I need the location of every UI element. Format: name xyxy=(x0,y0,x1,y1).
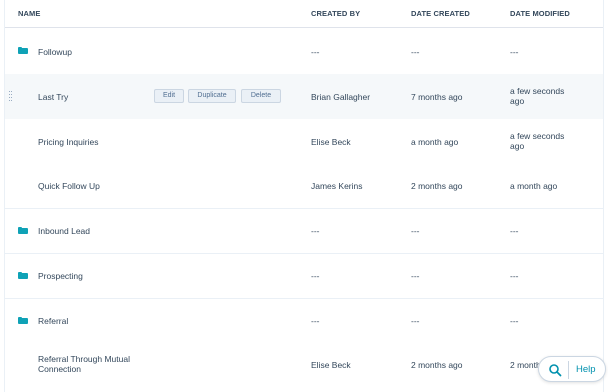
date-created: --- xyxy=(411,47,420,57)
date-modified-line: a few seconds xyxy=(510,131,565,141)
template-name[interactable]: Referral Through Mutual Connection xyxy=(38,354,130,374)
date-modified-line: a few seconds xyxy=(510,86,565,96)
folder-icon xyxy=(18,227,28,234)
created-by: Elise Beck xyxy=(311,137,351,147)
folder-name[interactable]: Inbound Lead xyxy=(38,226,90,236)
table-row[interactable]: Inbound Lead --- --- --- xyxy=(5,208,603,253)
drag-handle-icon[interactable] xyxy=(9,91,13,103)
date-modified-line: ago xyxy=(510,141,525,151)
search-icon xyxy=(549,364,562,377)
edit-button[interactable]: Edit xyxy=(154,89,184,103)
created-by: Brian Gallagher xyxy=(311,92,371,102)
folder-icon xyxy=(18,272,28,279)
folder-name[interactable]: Referral xyxy=(38,316,68,326)
created-by: Elise Beck xyxy=(311,360,351,370)
table-row[interactable]: Quick Follow Up James Kerins 2 months ag… xyxy=(5,164,603,208)
table-header: NAME CREATED BY DATE CREATED DATE MODIFI… xyxy=(5,0,603,28)
date-created: 2 months ago xyxy=(411,360,463,370)
date-created: --- xyxy=(411,271,420,281)
date-modified-line: ago xyxy=(510,96,525,106)
date-created: --- xyxy=(411,316,420,326)
table-row[interactable]: Followup --- --- --- xyxy=(5,29,603,74)
delete-button[interactable]: Delete xyxy=(241,89,281,103)
date-modified: a month ago xyxy=(510,181,558,191)
column-header-date-created[interactable]: DATE CREATED xyxy=(411,9,470,18)
date-created: 7 months ago xyxy=(411,92,463,102)
date-modified: --- xyxy=(510,47,519,57)
created-by: --- xyxy=(311,47,320,57)
help-divider xyxy=(568,361,569,379)
column-header-date-modified[interactable]: DATE MODIFIED xyxy=(510,9,570,18)
folder-name[interactable]: Followup xyxy=(38,47,72,57)
date-created: 2 months ago xyxy=(411,181,463,191)
column-header-created-by[interactable]: CREATED BY xyxy=(311,9,360,18)
date-modified: a few seconds ago xyxy=(510,86,590,106)
template-name-line: Connection xyxy=(38,364,82,374)
table-row[interactable]: Referral --- --- --- xyxy=(5,298,603,343)
template-name[interactable]: Pricing Inquiries xyxy=(38,137,98,147)
template-name[interactable]: Quick Follow Up xyxy=(38,181,100,191)
table-row[interactable]: Last Try Edit Duplicate Delete Brian Gal… xyxy=(5,74,603,119)
column-header-name[interactable]: NAME xyxy=(18,9,40,18)
folder-icon xyxy=(18,47,28,54)
folder-name[interactable]: Prospecting xyxy=(38,271,83,281)
duplicate-button[interactable]: Duplicate xyxy=(188,89,236,103)
created-by: James Kerins xyxy=(311,181,363,191)
date-modified: --- xyxy=(510,271,519,281)
table-row[interactable]: Prospecting --- --- --- xyxy=(5,253,603,298)
date-modified: --- xyxy=(510,226,519,236)
date-modified: a few seconds ago xyxy=(510,131,590,151)
help-label: Help xyxy=(576,364,596,375)
created-by: --- xyxy=(311,271,320,281)
table-row[interactable]: Referral Through Mutual Connection Elise… xyxy=(5,343,603,388)
date-created: --- xyxy=(411,226,420,236)
created-by: --- xyxy=(311,316,320,326)
template-name-line: Referral Through Mutual xyxy=(38,354,130,364)
template-name[interactable]: Last Try xyxy=(38,92,68,102)
folder-icon xyxy=(18,317,28,324)
help-widget-button[interactable]: Help xyxy=(538,356,606,382)
date-modified: --- xyxy=(510,316,519,326)
templates-table: NAME CREATED BY DATE CREATED DATE MODIFI… xyxy=(4,0,604,392)
date-created: a month ago xyxy=(411,137,459,147)
created-by: --- xyxy=(311,226,320,236)
table-row[interactable]: Pricing Inquiries Elise Beck a month ago… xyxy=(5,119,603,164)
